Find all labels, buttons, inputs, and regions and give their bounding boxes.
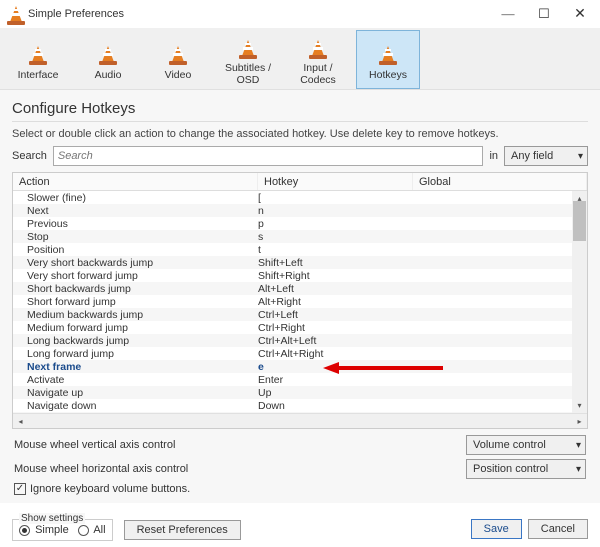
app-icon [6,6,22,22]
save-button[interactable]: Save [471,519,522,539]
radio-simple-label: Simple [35,524,69,536]
reset-preferences-button[interactable]: Reset Preferences [124,520,241,540]
cone-icon [164,40,192,68]
scroll-right-icon[interactable]: ▸ [572,414,587,429]
radio-all-label: All [93,524,105,536]
table-row[interactable]: Next framee [13,360,587,373]
mouse-vertical-select[interactable]: Volume control [466,435,586,455]
col-global[interactable]: Global [413,173,587,190]
table-row[interactable]: Navigate downDown [13,399,587,412]
content-area: Configure Hotkeys Select or double click… [0,90,600,503]
show-settings-group: Show settings Simple All [12,519,113,541]
mouse-horizontal-label: Mouse wheel horizontal axis control [14,463,188,475]
window-title: Simple Preferences [28,8,490,20]
table-row[interactable]: Stops [13,230,587,243]
tab-audio[interactable]: Audio [76,30,140,89]
options-area: Mouse wheel vertical axis control Volume… [12,429,588,497]
cone-icon [94,40,122,68]
cone-icon [24,40,52,68]
table-row[interactable]: Short forward jumpAlt+Right [13,295,587,308]
table-row[interactable]: Slower (fine)[ [13,191,587,204]
table-row[interactable]: Very short forward jumpShift+Right [13,269,587,282]
tab-interface[interactable]: Interface [6,30,70,89]
scroll-thumb[interactable] [573,201,586,241]
titlebar: Simple Preferences — ☐ ✕ [0,0,600,28]
search-scope-select[interactable]: Any field [504,146,588,166]
hint-text: Select or double click an action to chan… [12,128,588,140]
radio-all[interactable] [78,525,89,536]
cancel-button[interactable]: Cancel [528,519,588,539]
search-label: Search [12,150,47,162]
section-title: Configure Hotkeys [12,100,588,122]
scrollbar-vertical[interactable]: ▴ ▾ [572,191,587,413]
table-row[interactable]: Medium backwards jumpCtrl+Left [13,308,587,321]
mouse-horizontal-select[interactable]: Position control [466,459,586,479]
table-body: Slower (fine)[NextnPreviouspStopsPositio… [13,191,587,413]
scroll-down-icon[interactable]: ▾ [572,398,587,413]
table-row[interactable]: Long forward jumpCtrl+Alt+Right [13,347,587,360]
table-row[interactable]: Previousp [13,217,587,230]
cone-icon [304,35,332,61]
col-hotkey[interactable]: Hotkey [258,173,413,190]
cone-icon [234,35,262,61]
table-row[interactable]: Very short backwards jumpShift+Left [13,256,587,269]
tab-input-codecs[interactable]: Input / Codecs [286,30,350,89]
show-settings-legend: Show settings [19,513,85,524]
table-row[interactable]: Positiont [13,243,587,256]
tab-bar: InterfaceAudioVideoSubtitles / OSDInput … [0,28,600,90]
minimize-button[interactable]: — [490,0,526,28]
tab-hotkeys[interactable]: Hotkeys [356,30,420,89]
table-header: Action Hotkey Global [13,173,587,191]
mouse-vertical-label: Mouse wheel vertical axis control [14,439,175,451]
table-row[interactable]: Nextn [13,204,587,217]
hotkey-table: Action Hotkey Global Slower (fine)[Nextn… [12,172,588,429]
search-input[interactable] [53,146,484,166]
table-row[interactable]: ActivateEnter [13,373,587,386]
close-button[interactable]: ✕ [562,0,598,28]
col-action[interactable]: Action [13,173,258,190]
table-row[interactable]: Medium forward jumpCtrl+Right [13,321,587,334]
footer: Show settings Simple All Reset Preferenc… [12,519,588,541]
maximize-button[interactable]: ☐ [526,0,562,28]
search-in-label: in [489,150,498,162]
ignore-kbd-checkbox[interactable]: ✓ [14,483,26,495]
scroll-left-icon[interactable]: ◂ [13,414,28,429]
table-row[interactable]: Navigate upUp [13,386,587,399]
search-row: Search in Any field [12,146,588,166]
table-row[interactable]: Short backwards jumpAlt+Left [13,282,587,295]
tab-subtitles-osd[interactable]: Subtitles / OSD [216,30,280,89]
scrollbar-horizontal[interactable]: ◂ ▸ [13,413,587,428]
cone-icon [374,40,402,68]
table-row[interactable]: Long backwards jumpCtrl+Alt+Left [13,334,587,347]
tab-video[interactable]: Video [146,30,210,89]
ignore-kbd-label: Ignore keyboard volume buttons. [30,483,190,495]
radio-simple[interactable] [19,525,30,536]
